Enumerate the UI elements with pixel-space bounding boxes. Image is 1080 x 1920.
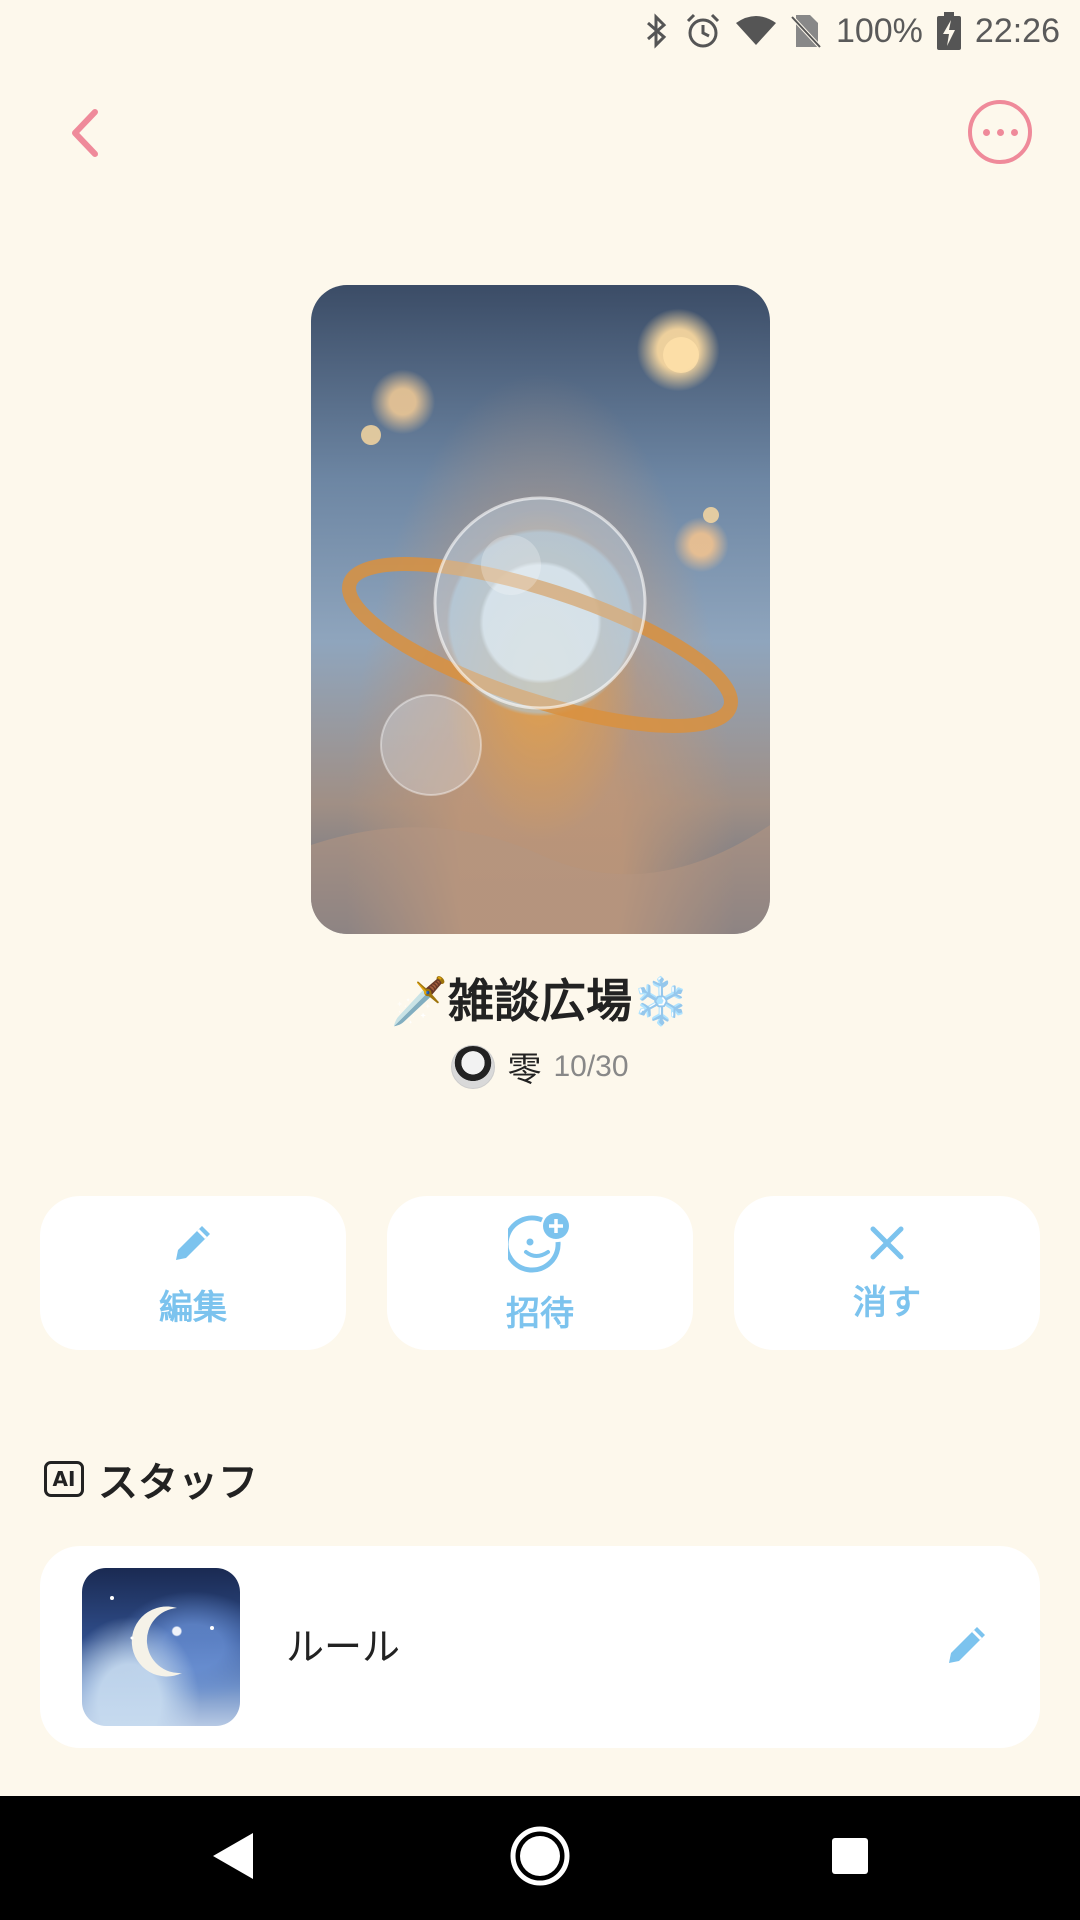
no-sim-icon bbox=[790, 13, 822, 49]
triangle-back-icon bbox=[207, 1829, 257, 1887]
invite-button[interactable]: 招待 bbox=[387, 1196, 693, 1350]
invite-label: 招待 bbox=[506, 1293, 574, 1334]
staff-thumbnail bbox=[82, 1568, 240, 1726]
nav-back-button[interactable] bbox=[198, 1824, 266, 1892]
square-recents-icon bbox=[828, 1834, 872, 1882]
nav-home-button[interactable] bbox=[506, 1824, 574, 1892]
owner-name: 零 bbox=[507, 1050, 542, 1090]
nav-recents-button[interactable] bbox=[816, 1824, 884, 1892]
invite-face-icon bbox=[503, 1212, 572, 1278]
chat-cover-image[interactable] bbox=[311, 285, 770, 934]
staff-edit-button[interactable] bbox=[940, 1618, 996, 1674]
chevron-left-icon bbox=[65, 108, 105, 162]
staff-item[interactable]: ルール bbox=[40, 1546, 1040, 1748]
ai-badge-icon: AI bbox=[44, 1461, 84, 1497]
close-icon bbox=[867, 1223, 907, 1267]
staff-section-header: AI スタッフ bbox=[44, 1450, 258, 1508]
battery-charging-icon bbox=[936, 12, 961, 50]
system-navigation-bar bbox=[0, 1796, 1080, 1920]
more-options-button[interactable] bbox=[968, 100, 1032, 164]
wifi-icon bbox=[735, 15, 776, 47]
pencil-icon bbox=[943, 1619, 993, 1673]
top-bar bbox=[0, 90, 1080, 180]
more-dot bbox=[1010, 128, 1018, 136]
edit-label: 編集 bbox=[159, 1287, 227, 1328]
section-title: スタッフ bbox=[98, 1460, 258, 1506]
member-count: 10/30 bbox=[553, 1049, 629, 1083]
delete-button[interactable]: 消す bbox=[734, 1196, 1040, 1350]
bluetooth-icon bbox=[644, 13, 670, 49]
planet-illustration bbox=[311, 337, 770, 934]
status-bar: 100% 22:26 bbox=[0, 0, 1080, 62]
pencil-icon bbox=[168, 1218, 218, 1272]
action-buttons: 編集 招待 消す bbox=[40, 1196, 1040, 1350]
alarm-icon bbox=[684, 12, 722, 50]
back-button[interactable] bbox=[50, 100, 120, 170]
chat-title: 🗡️雑談広場❄️ bbox=[390, 974, 690, 1028]
owner-info: 零 10/30 bbox=[0, 1042, 1080, 1091]
circle-home-icon bbox=[508, 1824, 572, 1892]
delete-label: 消す bbox=[853, 1282, 921, 1323]
crescent-moon-illustration bbox=[110, 1596, 214, 1677]
battery-percentage: 100% bbox=[835, 11, 923, 50]
avatar[interactable] bbox=[451, 1044, 496, 1089]
edit-button[interactable]: 編集 bbox=[40, 1196, 346, 1350]
more-dot bbox=[996, 128, 1004, 136]
staff-name: ルール bbox=[286, 1625, 401, 1669]
clock: 22:26 bbox=[974, 11, 1060, 50]
more-horizontal-icon bbox=[982, 128, 990, 136]
